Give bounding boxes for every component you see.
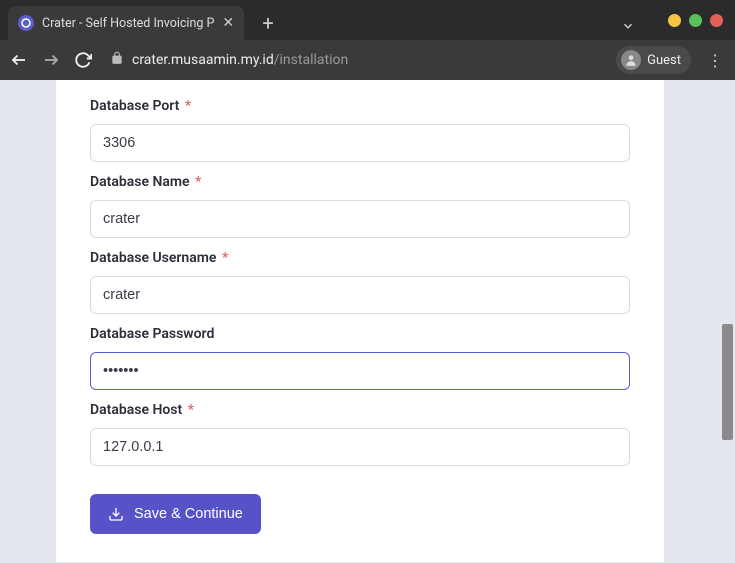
db-password-group: Database Password — [90, 326, 630, 390]
browser-tab[interactable]: Crater - Self Hosted Invoicing P ✕ — [8, 6, 244, 40]
browser-menu-button[interactable]: ⋮ — [705, 51, 725, 70]
profile-label: Guest — [647, 53, 681, 68]
db-name-group: Database Name * — [90, 174, 630, 238]
label-text: Database Name — [90, 174, 190, 190]
db-host-input[interactable] — [90, 428, 630, 466]
lock-icon — [110, 51, 124, 69]
new-tab-button[interactable]: + — [254, 9, 282, 37]
label-text: Database Password — [90, 326, 214, 342]
scrollbar-thumb[interactable] — [722, 324, 733, 440]
browser-chrome: Crater - Self Hosted Invoicing P ✕ + — [0, 0, 735, 80]
url-path: /installation — [274, 52, 348, 68]
browser-toolbar: crater.musaamin.my.id/installation Guest… — [0, 40, 735, 80]
db-password-label: Database Password — [90, 326, 630, 342]
back-button[interactable] — [10, 51, 28, 69]
db-port-input[interactable] — [90, 124, 630, 162]
installation-form-card: Database Port * Database Name * Database… — [55, 80, 665, 563]
tab-title: Crater - Self Hosted Invoicing P — [42, 16, 214, 31]
scrollbar-track[interactable] — [720, 80, 735, 563]
site-favicon-icon — [18, 15, 34, 31]
db-port-label: Database Port * — [90, 98, 630, 114]
window-controls — [668, 14, 723, 27]
db-host-label: Database Host * — [90, 402, 630, 418]
save-icon — [108, 506, 124, 522]
required-marker: * — [195, 174, 201, 190]
save-continue-button[interactable]: Save & Continue — [90, 494, 261, 534]
profile-chip[interactable]: Guest — [616, 46, 691, 74]
page-viewport: Database Port * Database Name * Database… — [0, 80, 735, 563]
close-tab-icon[interactable]: ✕ — [222, 15, 234, 31]
reload-button[interactable] — [74, 51, 92, 69]
button-label: Save & Continue — [134, 506, 243, 522]
avatar-icon — [621, 50, 641, 70]
url-host: crater.musaamin.my.id — [132, 52, 274, 68]
db-username-group: Database Username * — [90, 250, 630, 314]
db-host-group: Database Host * — [90, 402, 630, 466]
db-name-label: Database Name * — [90, 174, 630, 190]
db-name-input[interactable] — [90, 200, 630, 238]
db-port-group: Database Port * — [90, 98, 630, 162]
db-password-input[interactable] — [90, 352, 630, 390]
tab-bar: Crater - Self Hosted Invoicing P ✕ + — [0, 0, 735, 40]
db-username-input[interactable] — [90, 276, 630, 314]
maximize-window-icon[interactable] — [689, 14, 702, 27]
page-content: Database Port * Database Name * Database… — [0, 80, 720, 563]
required-marker: * — [222, 250, 228, 266]
minimize-window-icon[interactable] — [668, 14, 681, 27]
required-marker: * — [185, 98, 191, 114]
address-bar[interactable]: crater.musaamin.my.id/installation — [106, 51, 602, 69]
db-username-label: Database Username * — [90, 250, 630, 266]
tabs-dropdown-icon[interactable] — [621, 18, 635, 37]
label-text: Database Port — [90, 98, 179, 114]
required-marker: * — [188, 402, 194, 418]
forward-button[interactable] — [42, 51, 60, 69]
label-text: Database Host — [90, 402, 182, 418]
label-text: Database Username — [90, 250, 216, 266]
close-window-icon[interactable] — [710, 14, 723, 27]
